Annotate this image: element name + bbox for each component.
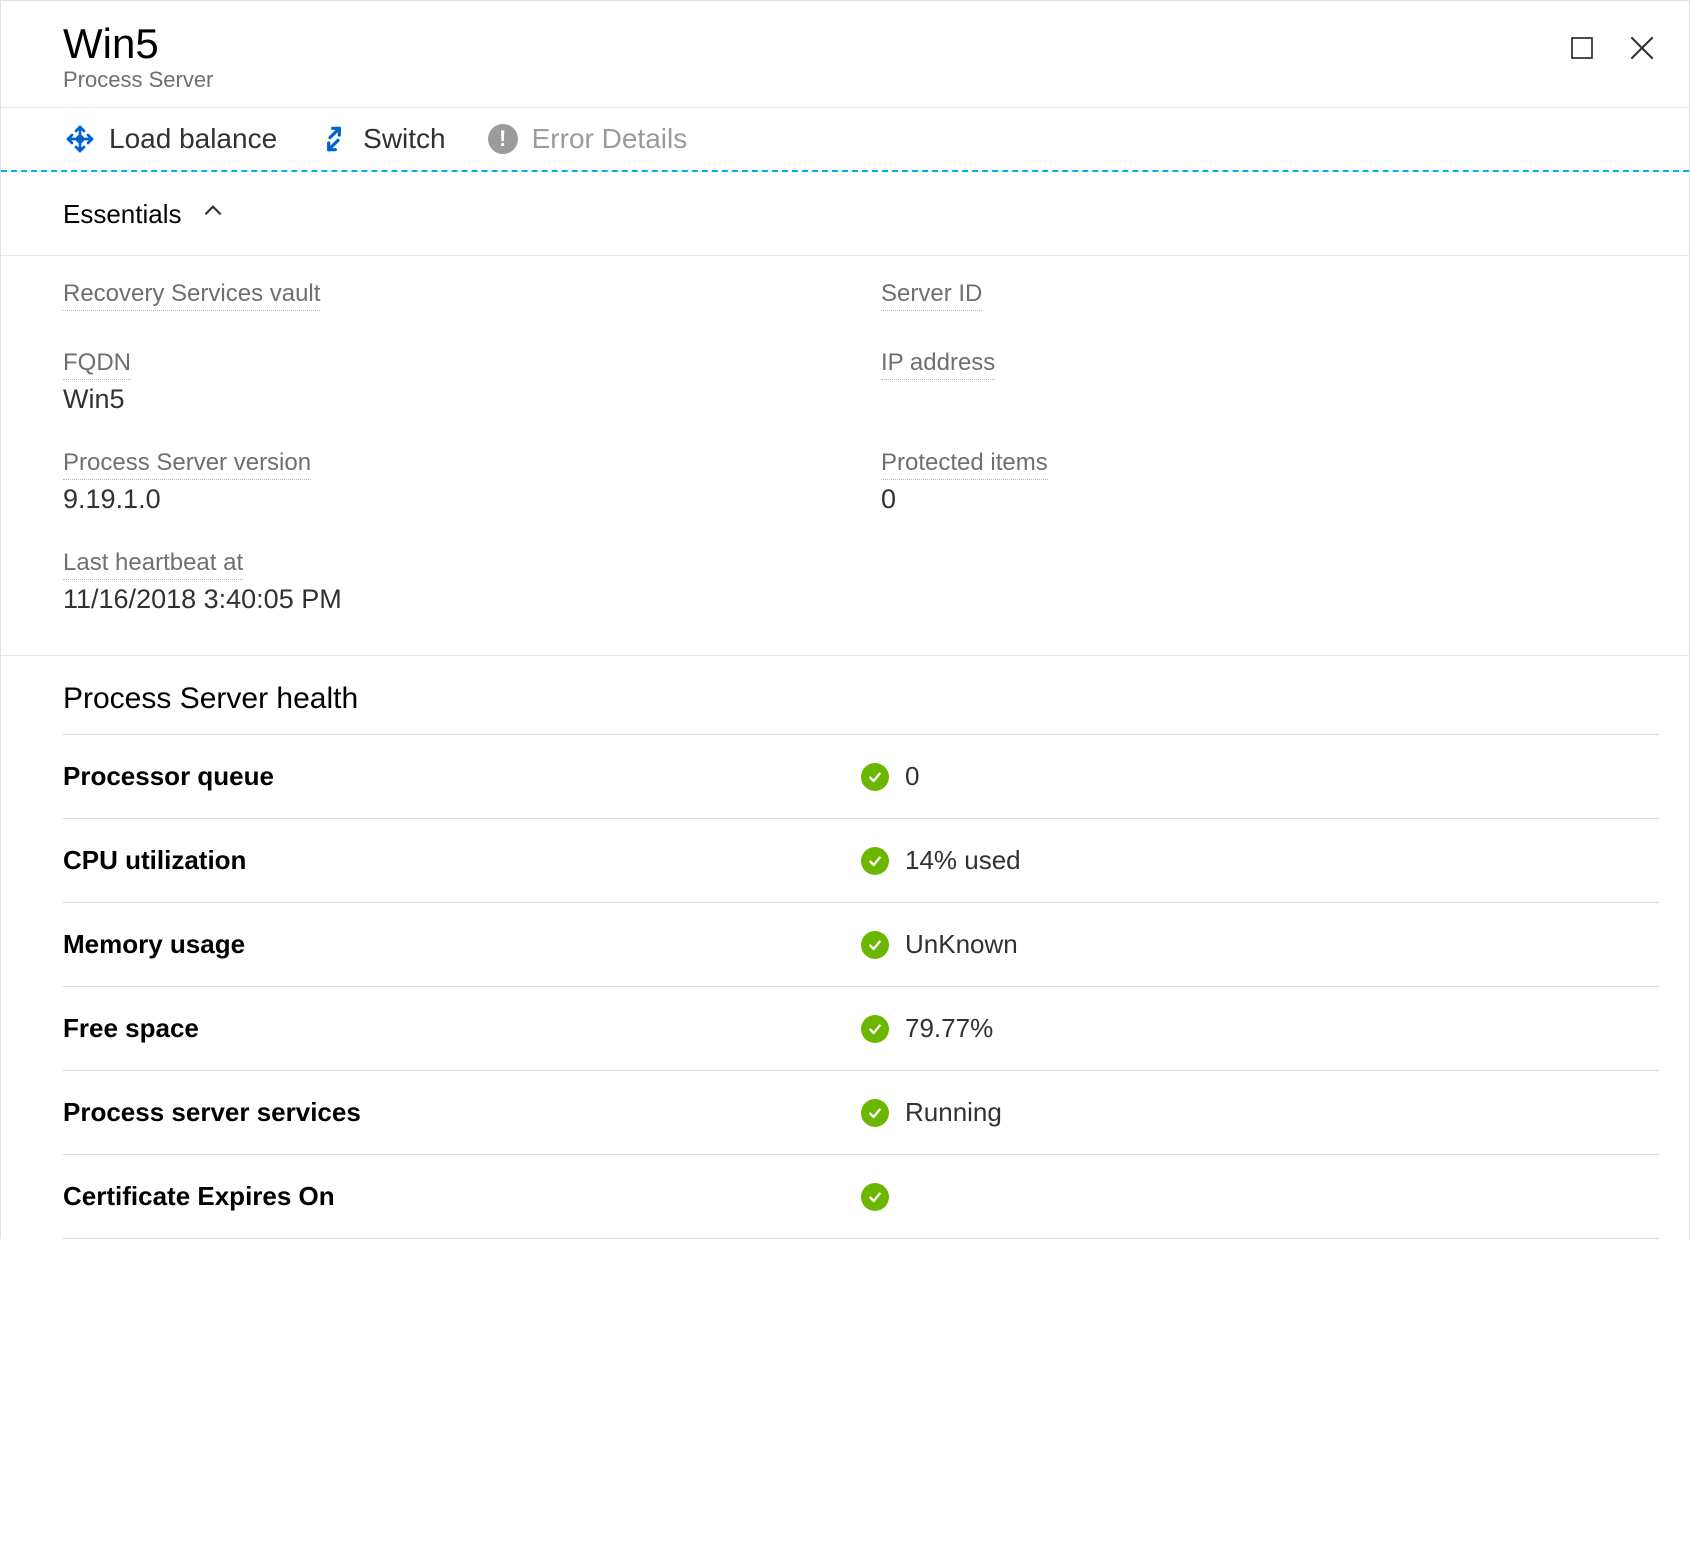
health-row: Process server services Running: [63, 1071, 1659, 1155]
check-circle-icon: [861, 931, 889, 959]
health-row-value: 14% used: [905, 845, 1021, 876]
health-row-value-wrap: [861, 1183, 1659, 1211]
error-details-icon: !: [486, 122, 520, 156]
health-row-label: Free space: [63, 1013, 861, 1044]
health-row-value-wrap: 14% used: [861, 845, 1659, 876]
health-row: Processor queue 0: [63, 735, 1659, 819]
heartbeat-field: Last heartbeat at 11/16/2018 3:40:05 PM: [63, 549, 841, 615]
fqdn-label: FQDN: [63, 349, 131, 380]
health-row-label: CPU utilization: [63, 845, 861, 876]
check-circle-icon: [861, 847, 889, 875]
ip-field: IP address: [881, 349, 1659, 415]
protected-items-field: Protected items 0: [881, 449, 1659, 515]
health-row-value: UnKnown: [905, 929, 1018, 960]
header-actions: [1565, 21, 1659, 65]
process-server-panel: Win5 Process Server: [0, 0, 1690, 1239]
health-row-value-wrap: 79.77%: [861, 1013, 1659, 1044]
check-circle-icon: [861, 1015, 889, 1043]
load-balance-button[interactable]: Load balance: [63, 122, 277, 156]
fqdn-field: FQDN Win5: [63, 349, 841, 415]
health-row-label: Certificate Expires On: [63, 1181, 861, 1212]
health-row-label: Processor queue: [63, 761, 861, 792]
essentials-toggle[interactable]: Essentials: [1, 172, 1689, 256]
health-row-value: 79.77%: [905, 1013, 993, 1044]
health-row: Memory usage UnKnown: [63, 903, 1659, 987]
health-row-label: Memory usage: [63, 929, 861, 960]
load-balance-label: Load balance: [109, 123, 277, 155]
health-row-value: 0: [905, 761, 919, 792]
heartbeat-value: 11/16/2018 3:40:05 PM: [63, 584, 342, 615]
health-title: Process Server health: [63, 682, 1659, 735]
fqdn-value: Win5: [63, 384, 125, 415]
panel-header: Win5 Process Server: [1, 1, 1689, 107]
version-field: Process Server version 9.19.1.0: [63, 449, 841, 515]
version-label: Process Server version: [63, 449, 311, 480]
check-circle-icon: [861, 1099, 889, 1127]
ip-label: IP address: [881, 349, 995, 380]
page-subtitle: Process Server: [63, 67, 1565, 93]
check-circle-icon: [861, 763, 889, 791]
version-value: 9.19.1.0: [63, 484, 161, 515]
health-row: CPU utilization 14% used: [63, 819, 1659, 903]
health-row-value: Running: [905, 1097, 1002, 1128]
essentials-body: Recovery Services vault Server ID FQDN W…: [1, 256, 1689, 656]
health-row: Certificate Expires On: [63, 1155, 1659, 1239]
check-circle-icon: [861, 1183, 889, 1211]
page-title: Win5: [63, 21, 1565, 67]
recovery-vault-field: Recovery Services vault: [63, 280, 841, 315]
chevron-up-icon: [200, 198, 226, 231]
toolbar: Load balance Switch ! Error Details: [1, 107, 1689, 172]
error-details-button: ! Error Details: [486, 122, 688, 156]
health-row-value-wrap: Running: [861, 1097, 1659, 1128]
restore-window-icon[interactable]: [1565, 31, 1599, 65]
load-balance-icon: [63, 122, 97, 156]
health-row: Free space 79.77%: [63, 987, 1659, 1071]
health-row-label: Process server services: [63, 1097, 861, 1128]
close-icon[interactable]: [1625, 31, 1659, 65]
server-id-field: Server ID: [881, 280, 1659, 315]
recovery-vault-label: Recovery Services vault: [63, 280, 320, 311]
server-id-label: Server ID: [881, 280, 982, 311]
health-row-value-wrap: 0: [861, 761, 1659, 792]
health-section: Process Server health Processor queue 0 CP…: [1, 656, 1689, 1239]
health-rows: Processor queue 0 CPU utilization 14% used M…: [63, 735, 1659, 1239]
header-left: Win5 Process Server: [63, 21, 1565, 93]
heartbeat-label: Last heartbeat at: [63, 549, 243, 580]
error-details-label: Error Details: [532, 123, 688, 155]
switch-icon: [317, 122, 351, 156]
essentials-label: Essentials: [63, 199, 182, 230]
protected-items-label: Protected items: [881, 449, 1048, 480]
essentials-grid: Recovery Services vault Server ID FQDN W…: [63, 280, 1659, 615]
health-row-value-wrap: UnKnown: [861, 929, 1659, 960]
switch-label: Switch: [363, 123, 445, 155]
switch-button[interactable]: Switch: [317, 122, 445, 156]
protected-items-value: 0: [881, 484, 896, 515]
